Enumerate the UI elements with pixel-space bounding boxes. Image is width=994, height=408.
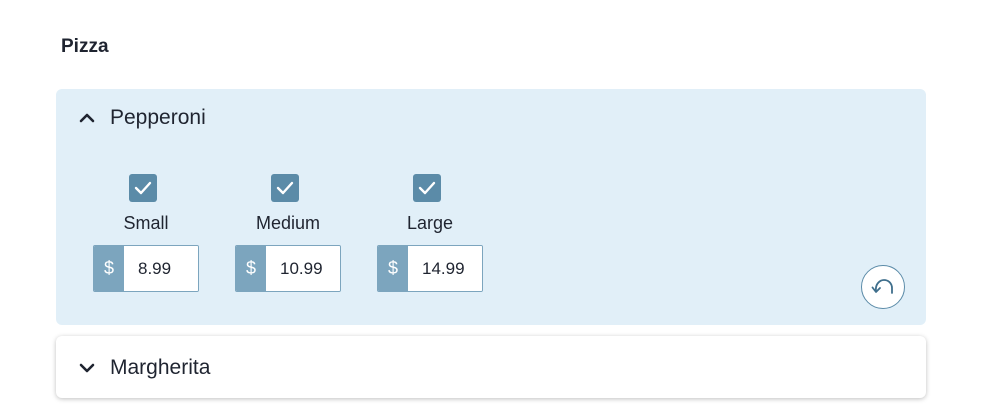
size-label: Small bbox=[123, 213, 169, 233]
accordion-title: Pepperoni bbox=[110, 106, 206, 129]
size-label: Medium bbox=[255, 213, 321, 233]
size-option-small: Small $ bbox=[93, 174, 201, 294]
check-icon bbox=[418, 181, 436, 195]
check-icon bbox=[134, 181, 152, 195]
size-checkbox-small[interactable] bbox=[129, 174, 157, 202]
pizza-price-editor: Pizza Pepperoni Small $ 8.99 Medium $ 10… bbox=[0, 0, 994, 408]
price-input-small[interactable] bbox=[124, 246, 198, 291]
size-checkbox-large[interactable] bbox=[413, 174, 441, 202]
price-field-medium: $ bbox=[235, 245, 341, 292]
size-label: Large bbox=[406, 213, 454, 233]
size-checkbox-medium[interactable] bbox=[271, 174, 299, 202]
chevron-up-icon bbox=[79, 113, 95, 123]
price-input-large[interactable] bbox=[408, 246, 482, 291]
section-title: Pizza bbox=[61, 36, 109, 57]
reset-button[interactable] bbox=[861, 265, 905, 309]
size-option-large: Large $ bbox=[377, 174, 485, 294]
price-input-medium[interactable] bbox=[266, 246, 340, 291]
accordion-pepperoni: Pepperoni Small $ Medium bbox=[56, 89, 926, 325]
currency-symbol: $ bbox=[236, 246, 266, 291]
accordion-margherita[interactable]: Margherita bbox=[56, 336, 926, 398]
size-option-medium: Medium $ bbox=[235, 174, 343, 294]
chevron-down-icon bbox=[79, 363, 95, 373]
undo-icon bbox=[871, 279, 893, 294]
accordion-title: Margherita bbox=[110, 356, 211, 379]
currency-symbol: $ bbox=[378, 246, 408, 291]
check-icon bbox=[276, 181, 294, 195]
currency-symbol: $ bbox=[94, 246, 124, 291]
price-field-small: $ bbox=[93, 245, 199, 292]
price-field-large: $ bbox=[377, 245, 483, 292]
accordion-header-pepperoni[interactable]: Pepperoni bbox=[56, 89, 926, 147]
